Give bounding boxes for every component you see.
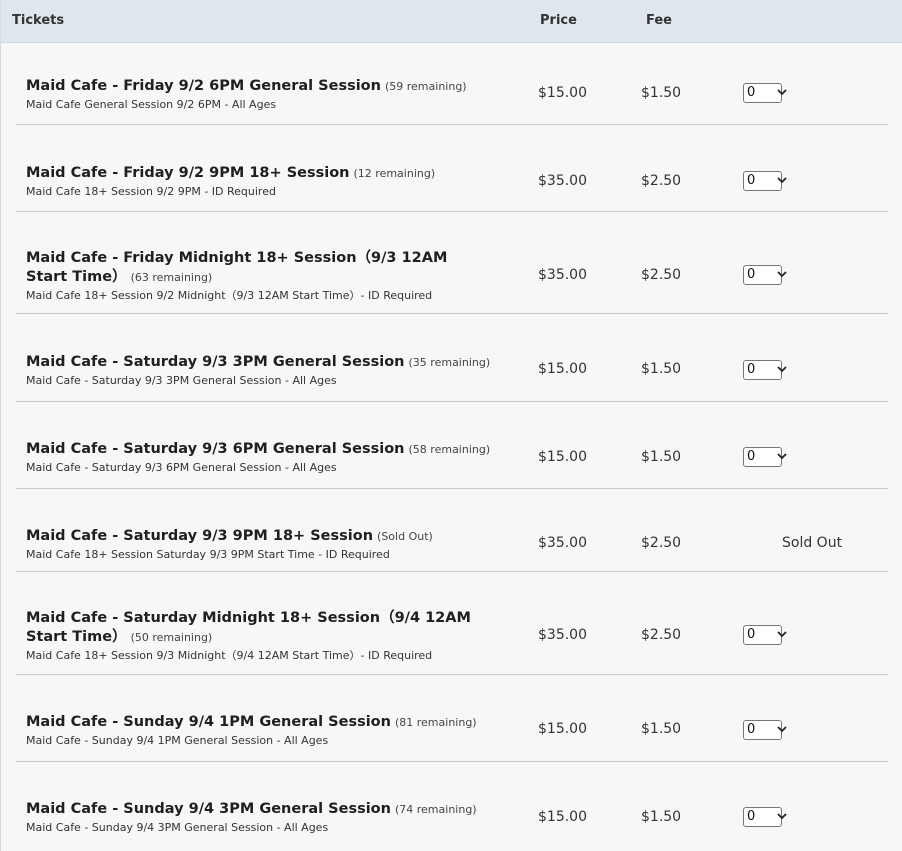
remaining-count: (74 remaining) [394, 803, 477, 816]
table-row: Maid Cafe - Friday 9/2 6PM General Sessi… [16, 43, 888, 125]
quantity-select[interactable]: 0 [743, 360, 787, 380]
table-header: Tickets Price Fee [1, 0, 902, 43]
ticket-name: Maid Cafe - Saturday 9/3 3PM General Ses… [26, 354, 405, 370]
ticket-price: $35.00 [538, 627, 587, 643]
fee-column-header: Fee [646, 13, 672, 28]
quantity-select[interactable]: 0 [743, 447, 787, 467]
ticket-title: Maid Cafe - Sunday 9/4 3PM General Sessi… [26, 800, 516, 835]
price-column-header: Price [540, 13, 577, 28]
ticket-fee: $2.50 [641, 267, 682, 283]
ticket-price: $15.00 [538, 721, 587, 737]
ticket-price: $35.00 [538, 267, 587, 283]
quantity-select[interactable]: 0 [743, 265, 787, 285]
ticket-description: Maid Cafe - Sunday 9/4 3PM General Sessi… [26, 821, 329, 834]
ticket-fee: $2.50 [641, 535, 682, 551]
ticket-price: $15.00 [538, 809, 587, 825]
ticket-price: $15.00 [538, 85, 587, 101]
table-row: Maid Cafe - Saturday 9/3 3PM General Ses… [16, 313, 888, 402]
quantity-select[interactable]: 0 [743, 807, 787, 827]
table-row: Maid Cafe - Friday Midnight 18+ Session（… [16, 211, 888, 314]
quantity-select[interactable]: 0 [743, 171, 787, 191]
ticket-price: $35.00 [538, 535, 587, 551]
quantity-value: 0 [747, 809, 756, 824]
remaining-count: (59 remaining) [384, 80, 467, 93]
ticket-price: $35.00 [538, 173, 587, 189]
quantity-value: 0 [747, 173, 756, 188]
ticket-name: Maid Cafe - Saturday 9/3 6PM General Ses… [26, 441, 405, 457]
quantity-select[interactable]: 0 [743, 83, 787, 103]
ticket-fee: $1.50 [641, 449, 682, 465]
ticket-fee: $1.50 [641, 809, 682, 825]
quantity-value: 0 [747, 362, 756, 377]
ticket-fee: $2.50 [641, 173, 682, 189]
ticket-title: Maid Cafe - Friday 9/2 6PM General Sessi… [26, 77, 516, 112]
table-row: Maid Cafe - Sunday 9/4 3PM General Sessi… [16, 761, 888, 849]
ticket-fee: $1.50 [641, 85, 682, 101]
ticket-description: Maid Cafe 18+ Session 9/2 Midnight（9/3 1… [26, 289, 433, 302]
table-row: Maid Cafe - Friday 9/2 9PM 18+ Session (1… [16, 124, 888, 212]
remaining-count: (35 remaining) [408, 356, 491, 369]
ticket-description: Maid Cafe 18+ Session 9/3 Midnight（9/4 1… [26, 649, 433, 662]
quantity-value: 0 [747, 267, 756, 282]
ticket-fee: $2.50 [641, 627, 682, 643]
table-row: Maid Cafe - Sunday 9/4 1PM General Sessi… [16, 674, 888, 762]
ticket-description: Maid Cafe 18+ Session 9/2 9PM - ID Requi… [26, 185, 276, 198]
ticket-name: Maid Cafe - Friday Midnight 18+ Session（… [26, 250, 448, 285]
ticket-fee: $1.50 [641, 721, 682, 737]
ticket-fee: $1.50 [641, 361, 682, 377]
ticket-name: Maid Cafe - Saturday 9/3 9PM 18+ Session [26, 528, 374, 544]
ticket-price: $15.00 [538, 361, 587, 377]
remaining-count: (81 remaining) [394, 716, 477, 729]
remaining-count: (50 remaining) [130, 631, 213, 644]
remaining-count: (63 remaining) [130, 271, 213, 284]
quantity-select[interactable]: 0 [743, 720, 787, 740]
ticket-title: Maid Cafe - Friday Midnight 18+ Session（… [26, 249, 486, 303]
ticket-description: Maid Cafe 18+ Session Saturday 9/3 9PM S… [26, 548, 390, 561]
tickets-column-header: Tickets [12, 13, 65, 28]
ticket-price: $15.00 [538, 449, 587, 465]
remaining-count: (Sold Out) [377, 530, 433, 543]
ticket-title: Maid Cafe - Saturday 9/3 3PM General Ses… [26, 353, 516, 388]
remaining-count: (58 remaining) [408, 443, 491, 456]
ticket-title: Maid Cafe - Saturday 9/3 9PM 18+ Session… [26, 527, 516, 562]
ticket-name: Maid Cafe - Friday 9/2 6PM General Sessi… [26, 78, 381, 94]
quantity-value: 0 [747, 722, 756, 737]
ticket-name: Maid Cafe - Saturday Midnight 18+ Sessio… [26, 610, 471, 645]
ticket-title: Maid Cafe - Saturday 9/3 6PM General Ses… [26, 440, 516, 475]
ticket-table: Tickets Price Fee Maid Cafe - Friday 9/2… [0, 0, 902, 851]
table-row: Maid Cafe - Saturday Midnight 18+ Sessio… [16, 571, 888, 675]
sold-out-label: Sold Out [782, 535, 843, 551]
table-row: Maid Cafe - Saturday 9/3 6PM General Ses… [16, 401, 888, 489]
quantity-value: 0 [747, 85, 756, 100]
ticket-description: Maid Cafe - Saturday 9/3 3PM General Ses… [26, 374, 337, 387]
quantity-select[interactable]: 0 [743, 625, 787, 645]
ticket-title: Maid Cafe - Sunday 9/4 1PM General Sessi… [26, 713, 516, 748]
ticket-description: Maid Cafe - Sunday 9/4 1PM General Sessi… [26, 734, 329, 747]
ticket-name: Maid Cafe - Sunday 9/4 1PM General Sessi… [26, 714, 391, 730]
ticket-description: Maid Cafe General Session 9/2 6PM - All … [26, 98, 277, 111]
quantity-value: 0 [747, 627, 756, 642]
quantity-value: 0 [747, 449, 756, 464]
remaining-count: (12 remaining) [353, 167, 436, 180]
ticket-title: Maid Cafe - Friday 9/2 9PM 18+ Session (1… [26, 164, 516, 199]
ticket-name: Maid Cafe - Sunday 9/4 3PM General Sessi… [26, 801, 391, 817]
ticket-title: Maid Cafe - Saturday Midnight 18+ Sessio… [26, 609, 516, 663]
ticket-description: Maid Cafe - Saturday 9/3 6PM General Ses… [26, 461, 337, 474]
table-row: Maid Cafe - Saturday 9/3 9PM 18+ Session… [16, 488, 888, 572]
ticket-name: Maid Cafe - Friday 9/2 9PM 18+ Session [26, 165, 350, 181]
